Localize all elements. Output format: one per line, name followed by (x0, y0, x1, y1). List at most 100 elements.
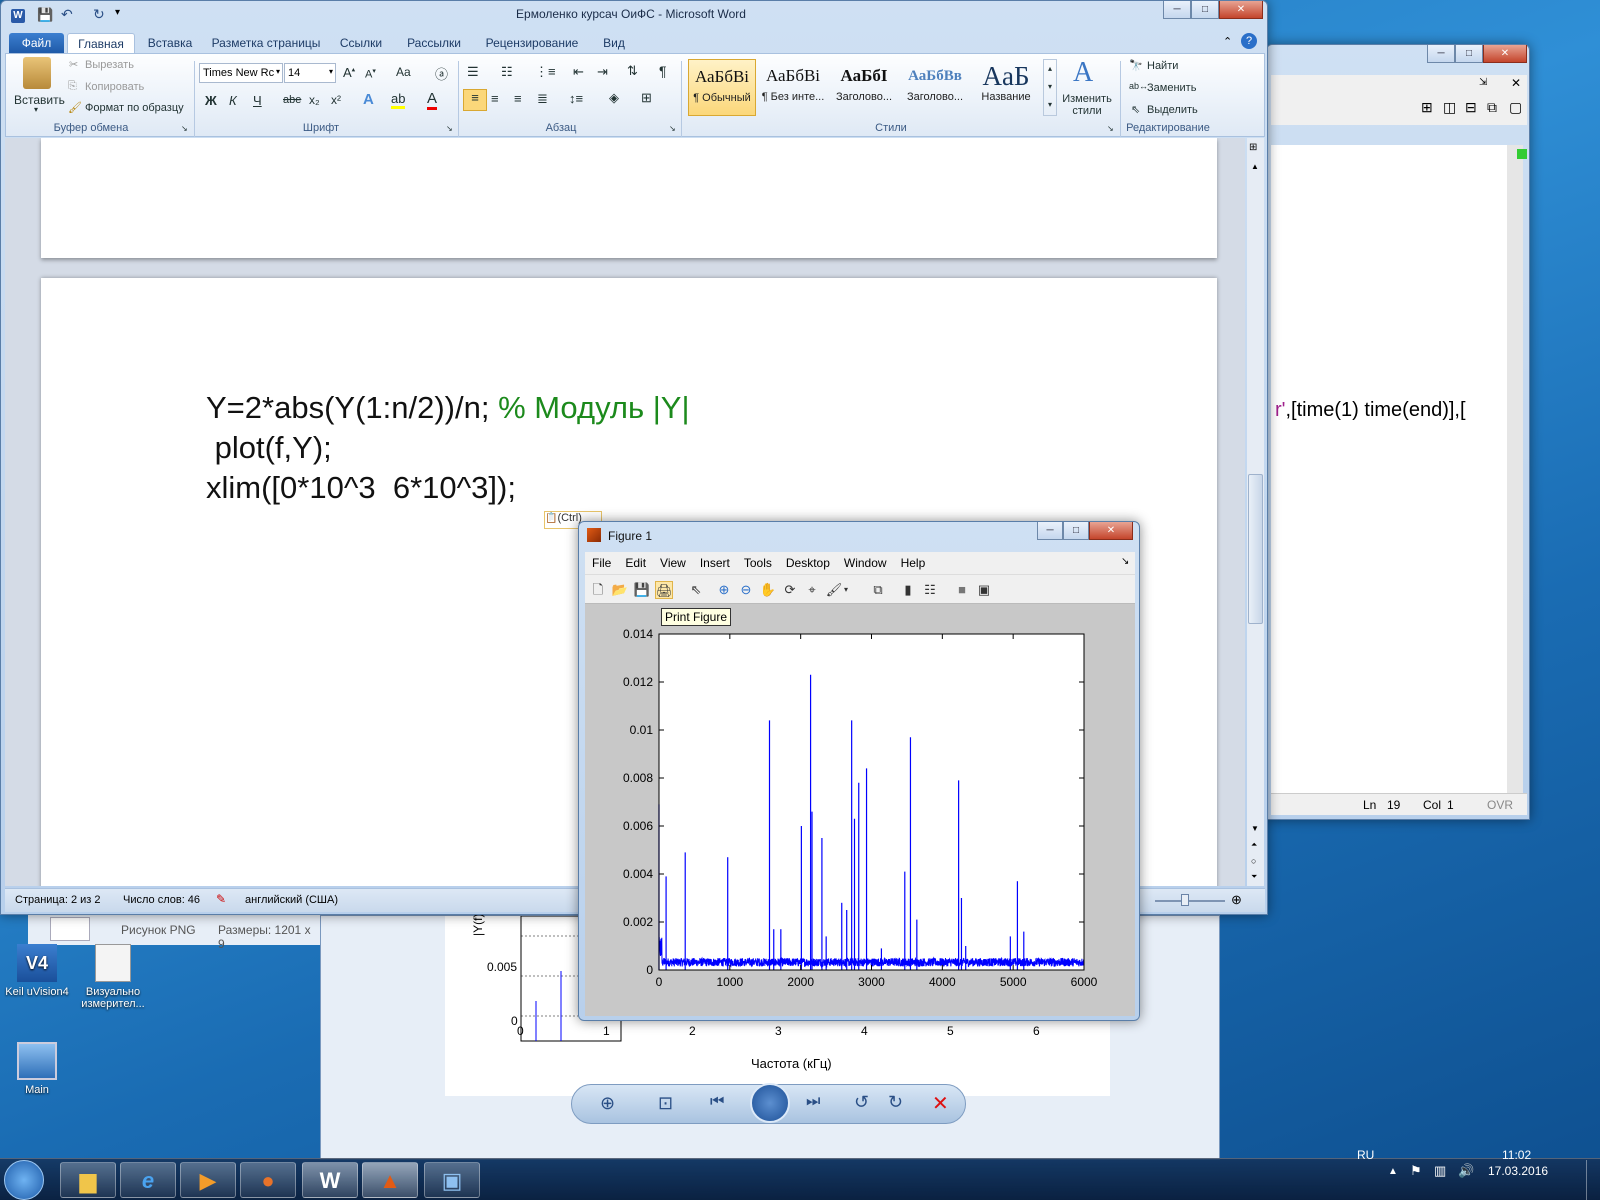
desktop-icon-keil[interactable]: V4 Keil uVision4 (0, 944, 74, 998)
vertical-scrollbar[interactable]: ⊞ ▲ ▼ ⏶ ○ ⏷ (1247, 138, 1264, 886)
font-color-icon[interactable]: A (427, 90, 438, 110)
slideshow-button[interactable] (750, 1083, 790, 1123)
taskbar-firefox[interactable]: ● (240, 1162, 296, 1198)
change-styles-button[interactable]: Изменить стили (1059, 93, 1115, 117)
link-plot-icon[interactable]: ⧉ (869, 581, 887, 599)
sort-icon[interactable]: ⇅ (627, 63, 638, 79)
dialog-launcher-icon[interactable]: ↘ (181, 124, 188, 133)
pan-icon[interactable]: ✋ (759, 581, 777, 599)
line-spacing-icon[interactable]: ↕≡ (569, 91, 583, 106)
cut-button[interactable]: Вырезать (85, 59, 134, 71)
close-button[interactable]: ✕ (1089, 522, 1133, 540)
new-figure-icon[interactable]: 🗋 (589, 581, 607, 599)
close-icon[interactable]: ✕ (1511, 76, 1521, 90)
zoom-out-icon[interactable]: ⊖ (737, 581, 755, 599)
menu-tools[interactable]: Tools (737, 552, 779, 574)
maximize-button[interactable]: □ (1063, 522, 1089, 540)
tab-insert[interactable]: Вставка (141, 33, 199, 53)
data-cursor-icon[interactable]: ⌖ (803, 581, 821, 599)
superscript-button[interactable]: x² (331, 93, 341, 107)
select-icon[interactable]: ⇖ (1131, 103, 1140, 116)
justify-icon[interactable]: ≣ (537, 91, 548, 107)
fit-window-icon[interactable]: ⊡ (658, 1093, 673, 1114)
taskbar-explorer[interactable]: ▆ (60, 1162, 116, 1198)
undock-icon[interactable]: ⇲ (1479, 77, 1487, 88)
save-figure-icon[interactable]: 💾 (633, 581, 651, 599)
network-icon[interactable]: ▥ (1434, 1163, 1446, 1179)
maximize-button[interactable]: □ (1455, 45, 1483, 63)
rotate-right-icon[interactable]: ↻ (888, 1092, 903, 1113)
desktop-icon-main[interactable]: Main (0, 1042, 74, 1096)
editor-vscroll[interactable] (1507, 145, 1523, 810)
tab-file[interactable]: Файл (9, 33, 64, 53)
minimize-button[interactable]: ─ (1163, 1, 1191, 19)
paste-icon[interactable] (23, 57, 51, 89)
scroll-thumb[interactable] (1248, 474, 1263, 624)
style-no-spacing[interactable]: АаБбВі ¶ Без инте... (759, 59, 827, 116)
zoom-thumb[interactable] (1181, 894, 1189, 906)
language-indicator[interactable]: английский (США) (245, 894, 338, 906)
word-app-icon[interactable]: W (11, 9, 25, 23)
show-desktop-button[interactable] (1586, 1160, 1600, 1200)
float-icon[interactable]: ⧉ (1487, 99, 1497, 116)
help-icon[interactable]: ? (1241, 33, 1257, 49)
scroll-down-icon[interactable]: ▼ (1251, 824, 1259, 833)
close-button[interactable]: ✕ (1219, 1, 1263, 19)
find-icon[interactable]: 🔭 (1129, 59, 1143, 72)
collapse-ribbon-icon[interactable]: ⌃ (1223, 35, 1232, 48)
style-heading-2[interactable]: АаБбВв Заголово... (901, 59, 969, 116)
show-plot-tools-icon[interactable]: ▣ (975, 581, 993, 599)
show-marks-icon[interactable]: ¶ (659, 63, 667, 79)
tab-review[interactable]: Рецензирование (477, 33, 587, 53)
delete-icon[interactable]: ✕ (932, 1091, 949, 1116)
volume-icon[interactable]: 🔊 (1458, 1163, 1474, 1179)
taskbar-media-player[interactable]: ▶ (180, 1162, 236, 1198)
paste-button[interactable]: Вставить (14, 93, 65, 107)
brush-dropdown-icon[interactable]: ▾ (841, 581, 851, 599)
ruler-toggle-icon[interactable]: ⊞ (1249, 142, 1257, 153)
text-effects-icon[interactable]: A (363, 91, 374, 108)
scroll-up-icon[interactable]: ▲ (1251, 162, 1259, 171)
cut-icon[interactable]: ✂ (69, 58, 78, 71)
dock-icon[interactable]: ↘ (1121, 556, 1129, 567)
start-button[interactable] (4, 1160, 44, 1200)
next-icon[interactable]: ⏭ (806, 1093, 820, 1111)
rotate-left-icon[interactable]: ↺ (854, 1092, 869, 1113)
zoom-slider[interactable] (1155, 900, 1225, 902)
minimize-button[interactable]: ─ (1037, 522, 1063, 540)
align-right-icon[interactable]: ≡ (514, 91, 522, 106)
split-vertical-icon[interactable]: ◫ (1443, 99, 1456, 116)
subscript-button[interactable]: x₂ (309, 93, 320, 107)
format-painter-button[interactable]: Формат по образцу (85, 102, 184, 114)
bold-button[interactable]: Ж (205, 93, 217, 108)
menu-help[interactable]: Help (894, 552, 933, 574)
tab-page-layout[interactable]: Разметка страницы (208, 33, 324, 53)
minimize-button[interactable]: ─ (1427, 45, 1455, 63)
split-horizontal-icon[interactable]: ⊟ (1465, 99, 1477, 116)
select-button[interactable]: Выделить (1147, 104, 1198, 116)
paste-dropdown-icon[interactable]: ▾ (34, 105, 38, 114)
tab-view[interactable]: Вид (597, 33, 631, 53)
tile-icon[interactable]: ⊞ (1421, 99, 1433, 116)
menu-file[interactable]: File (585, 552, 618, 574)
dialog-launcher-icon[interactable]: ↘ (669, 124, 676, 133)
legend-icon[interactable]: ☷ (921, 581, 939, 599)
redo-icon[interactable]: ↻ (93, 6, 105, 23)
previous-icon[interactable]: ⏮ (710, 1093, 724, 1111)
matlab-icon[interactable] (587, 528, 601, 542)
style-normal[interactable]: АаБбВі ¶ Обычный (688, 59, 756, 116)
tab-references[interactable]: Ссылки (333, 33, 389, 53)
decrease-indent-icon[interactable]: ⇤ (573, 64, 584, 80)
proofing-icon[interactable]: ✎ (216, 892, 226, 906)
clock-time[interactable]: 11:02 (1502, 1148, 1531, 1162)
replace-icon[interactable]: ab↔ (1129, 81, 1148, 91)
increase-indent-icon[interactable]: ⇥ (597, 64, 608, 80)
maximize-icon[interactable]: ▢ (1509, 99, 1522, 116)
maximize-button[interactable]: □ (1191, 1, 1219, 19)
open-file-icon[interactable]: 📂 (611, 581, 629, 599)
browse-object-icon[interactable]: ○ (1251, 856, 1256, 866)
edit-plot-icon[interactable]: ⇖ (687, 581, 705, 599)
align-left-icon[interactable]: ≡ (463, 89, 487, 111)
clear-formatting-icon[interactable]: ⓐ (435, 64, 448, 83)
multilevel-list-icon[interactable]: ⋮≡ (535, 64, 556, 80)
